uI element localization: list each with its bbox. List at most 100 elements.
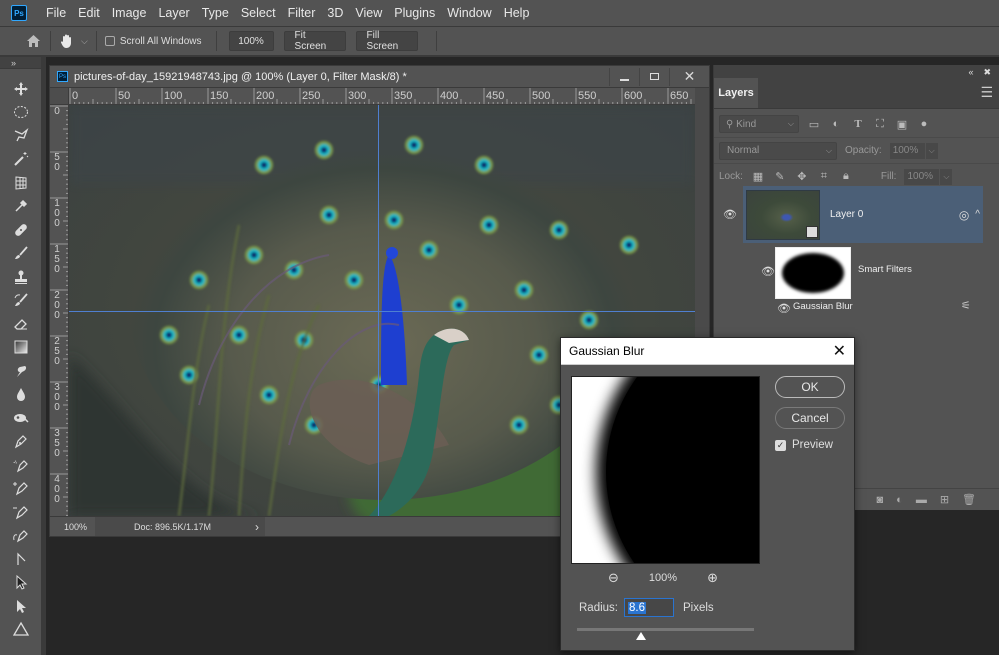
close-panel-icon[interactable]: ✖ (983, 67, 991, 78)
home-icon[interactable] (24, 34, 42, 48)
convert-point-icon[interactable] (0, 547, 41, 571)
maximize-button[interactable] (639, 67, 669, 86)
chevron-right-icon[interactable]: › (255, 520, 259, 534)
panel-menu-icon[interactable]: ☰ (980, 84, 993, 101)
delete-anchor-point-icon[interactable] (0, 500, 41, 524)
triangle-shape-icon[interactable] (0, 618, 41, 642)
dodge-icon[interactable] (0, 406, 41, 430)
menu-edit[interactable]: Edit (72, 0, 106, 27)
ruler-origin[interactable] (50, 88, 69, 105)
layer-visibility-eye-icon[interactable]: 👁︎ (723, 208, 737, 221)
new-adjustment-layer-icon[interactable]: ◐ (896, 494, 903, 506)
blur-icon[interactable] (0, 383, 41, 407)
smart-filters-visibility-eye-icon[interactable]: 👁︎ (761, 265, 775, 278)
layer-row-layer-0[interactable]: Layer 0 ◎ ^ (743, 186, 983, 243)
zoom-in-icon[interactable]: ⊕ (707, 570, 718, 586)
delete-layer-icon[interactable]: 🗑︎ (962, 493, 976, 506)
filter-type-icon[interactable]: T (851, 118, 865, 130)
brush-icon[interactable] (0, 242, 41, 266)
radius-slider-track[interactable] (577, 628, 754, 631)
collapse-toolbar-button[interactable]: » (0, 57, 41, 69)
direct-selection-icon[interactable] (0, 594, 41, 618)
menu-filter[interactable]: Filter (282, 0, 322, 27)
lock-position-icon[interactable]: ✥ (795, 170, 809, 183)
lock-image-icon[interactable]: ✎ (773, 170, 787, 183)
filter-preview[interactable] (571, 376, 760, 564)
pen-icon[interactable] (0, 430, 41, 454)
menu-layer[interactable]: Layer (152, 0, 195, 27)
menu-file[interactable]: File (40, 0, 72, 27)
menu-window[interactable]: Window (441, 0, 497, 27)
fill-screen-button[interactable]: Fill Screen (355, 30, 418, 52)
menu-type[interactable]: Type (196, 0, 235, 27)
layer-name[interactable]: Layer 0 (830, 209, 959, 220)
minimize-button[interactable] (609, 67, 639, 86)
hand-icon[interactable] (59, 33, 75, 49)
path-selection-icon[interactable] (0, 571, 41, 595)
close-document-button[interactable]: ✕ (669, 67, 709, 86)
eyedropper-icon[interactable] (0, 195, 41, 219)
dialog-title-bar[interactable]: Gaussian Blur ✕ (561, 338, 854, 365)
scroll-all-windows-checkbox[interactable] (104, 36, 115, 46)
preview-checkbox[interactable]: ✓ Preview (775, 439, 833, 451)
smudge-icon[interactable] (0, 359, 41, 383)
filter-toggle-icon[interactable]: ● (917, 118, 931, 130)
status-doc-size[interactable]: Doc: 896.5K/1.17M › (95, 517, 265, 536)
filter-adjustment-icon[interactable]: ◐ (829, 118, 843, 130)
new-layer-icon[interactable]: ⊞ (940, 493, 949, 506)
menu-plugins[interactable]: Plugins (388, 0, 441, 27)
fill-dropdown[interactable]: ⌵ (940, 168, 953, 185)
filter-pixel-icon[interactable]: ▭ (807, 118, 821, 131)
zoom-100-button[interactable]: 100% (228, 31, 274, 51)
menu-3d[interactable]: 3D (321, 0, 349, 27)
fit-screen-button[interactable]: Fit Screen (283, 30, 346, 52)
dialog-close-icon[interactable]: ✕ (833, 341, 846, 361)
history-brush-icon[interactable] (0, 289, 41, 313)
chevron-down-icon[interactable]: ⌵ (81, 36, 88, 47)
blending-options-icon[interactable]: ⚟ (961, 299, 971, 312)
lock-transparent-icon[interactable]: ▦ (751, 170, 765, 183)
curvature-pen-icon[interactable] (0, 524, 41, 548)
menu-view[interactable]: View (349, 0, 388, 27)
polygonal-lasso-icon[interactable] (0, 124, 41, 148)
menu-select[interactable]: Select (235, 0, 282, 27)
filter-visibility-eye-icon[interactable]: 👁︎ (777, 302, 791, 315)
lock-all-icon[interactable]: 🔒︎ (839, 170, 853, 183)
lock-artboard-icon[interactable]: ⌗ (817, 170, 831, 183)
smart-filters-label[interactable]: Smart Filters (858, 264, 912, 275)
menu-image[interactable]: Image (106, 0, 153, 27)
horizontal-ruler[interactable]: 0 50 100 150 200 250 300 350 400 450 500… (69, 88, 695, 105)
opacity-input[interactable]: 100% (889, 142, 925, 159)
tab-layers[interactable]: Layers (714, 78, 758, 108)
collapse-filters-icon[interactable]: ^ (975, 209, 980, 220)
add-anchor-point-icon[interactable] (0, 477, 41, 501)
filter-kind-select[interactable]: ⚲ Kind ⌵ (719, 115, 799, 133)
healing-brush-icon[interactable] (0, 218, 41, 242)
cancel-button[interactable]: Cancel (775, 407, 845, 429)
add-mask-icon[interactable]: ◙ (877, 494, 884, 506)
radius-input[interactable]: 8.6 (624, 598, 674, 617)
clone-stamp-icon[interactable] (0, 265, 41, 289)
smart-filter-options-icon[interactable]: ◎ (959, 208, 969, 222)
collapse-panels-icon[interactable]: « (968, 67, 973, 77)
filter-smart-object-icon[interactable]: ▣ (895, 118, 909, 131)
opacity-dropdown[interactable]: ⌵ (925, 142, 938, 159)
radius-slider-handle[interactable] (635, 632, 646, 640)
filter-shape-icon[interactable]: ⛶ (873, 118, 887, 131)
elliptical-marquee-icon[interactable] (0, 101, 41, 125)
zoom-out-icon[interactable]: ⊖ (608, 570, 619, 586)
new-group-icon[interactable]: ▬ (916, 494, 927, 506)
horizontal-guide[interactable] (69, 311, 695, 312)
document-tab[interactable]: Ps pictures-of-day_15921948743.jpg @ 100… (50, 66, 709, 88)
status-zoom[interactable]: 100% (50, 522, 95, 532)
menu-help[interactable]: Help (498, 0, 536, 27)
fill-input[interactable]: 100% (904, 168, 940, 185)
freeform-pen-icon[interactable] (0, 453, 41, 477)
magic-wand-icon[interactable] (0, 148, 41, 172)
perspective-crop-icon[interactable] (0, 171, 41, 195)
blend-mode-select[interactable]: Normal ⌵ (719, 141, 837, 160)
move-tool-icon[interactable] (0, 77, 41, 101)
vertical-ruler[interactable]: 0 50 100 150 200 250 300 350 400 (50, 105, 69, 516)
eraser-icon[interactable] (0, 312, 41, 336)
filter-name-gaussian-blur[interactable]: Gaussian Blur (793, 301, 853, 312)
